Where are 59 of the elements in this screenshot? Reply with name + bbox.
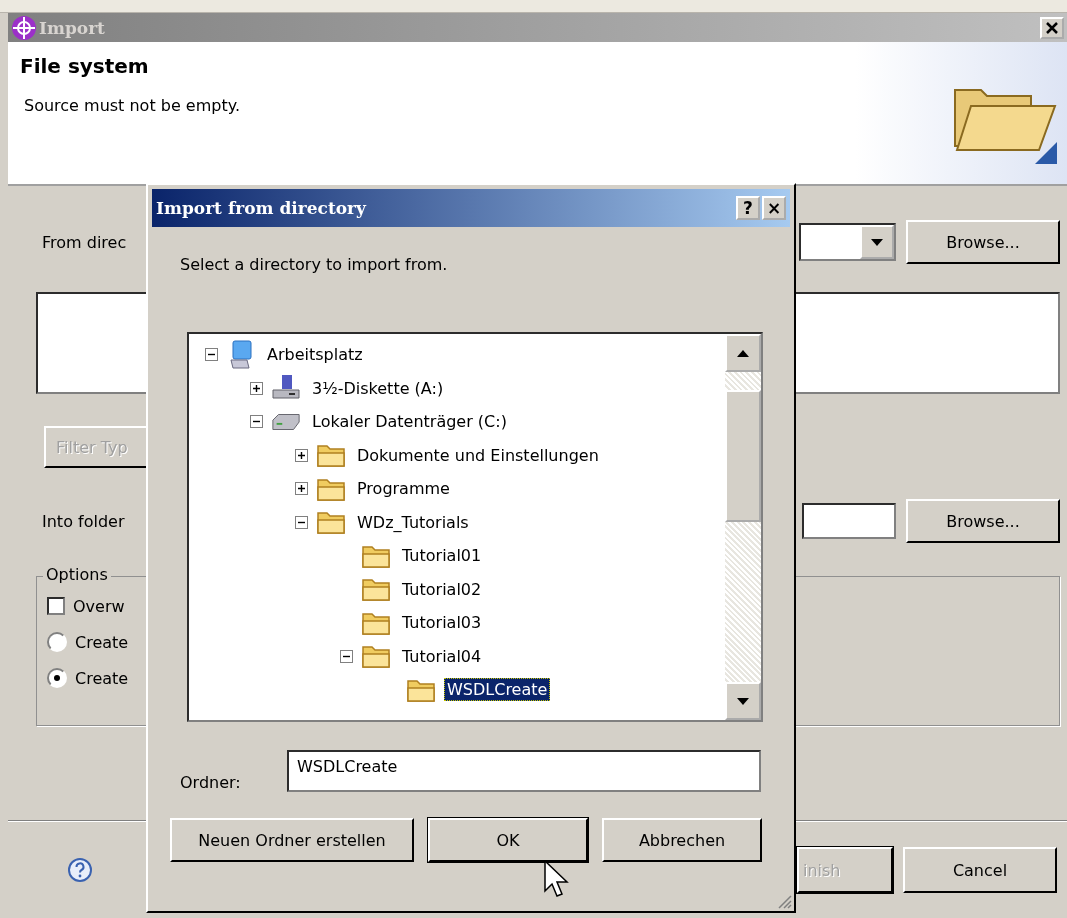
tree-item[interactable]: Tutorial03	[399, 611, 485, 635]
arrow-down-icon	[737, 697, 749, 705]
radio-button[interactable]	[47, 632, 67, 652]
arrow-up-icon	[737, 349, 749, 357]
scrollbar[interactable]	[725, 334, 761, 720]
folder-icon	[316, 442, 346, 469]
mouse-pointer-icon	[544, 860, 570, 898]
tree-item[interactable]: Tutorial02	[399, 577, 485, 601]
page-title: File system	[20, 54, 150, 78]
expand-icon[interactable]	[250, 381, 263, 395]
help-button[interactable]: ?	[736, 196, 760, 220]
collapse-icon[interactable]	[295, 515, 308, 529]
dialog-button[interactable]: Neuen Ordner erstellen	[170, 818, 414, 862]
radio-button[interactable]	[47, 668, 67, 688]
option-label: Overw	[73, 596, 125, 616]
options-group-title: Options	[43, 565, 111, 584]
dropdown-arrow-icon	[871, 238, 883, 246]
hard-drive-icon	[271, 411, 301, 432]
browse-button[interactable]: Browse...	[906, 220, 1060, 264]
dialog-prompt: Select a directory to import from.	[180, 255, 449, 274]
window-title: Import	[39, 17, 106, 38]
expand-icon[interactable]	[295, 482, 308, 496]
tree-item[interactable]: Dokumente und Einstellungen	[354, 443, 602, 467]
from-directory-label: From direc	[42, 232, 127, 252]
tree-item[interactable]: Programme	[354, 477, 453, 501]
dialog-title: Import from directory	[156, 198, 368, 218]
directory-combo[interactable]	[799, 223, 896, 261]
folder-icon	[361, 576, 391, 603]
tree-item[interactable]: WDz_Tutorials	[354, 510, 472, 534]
cancel-button[interactable]: Cancel	[903, 847, 1057, 893]
tree-item[interactable]: 3½-Diskette (A:)	[309, 376, 447, 400]
close-icon	[1045, 20, 1059, 35]
tree-item[interactable]: Lokaler Datenträger (C:)	[309, 410, 510, 434]
folder-name-label: Ordner:	[180, 772, 242, 792]
dialog-button[interactable]: OK	[428, 818, 588, 862]
tree-item[interactable]: Arbeitsplatz	[264, 343, 366, 367]
collapse-icon[interactable]	[205, 348, 218, 362]
into-folder-field[interactable]	[802, 503, 896, 539]
option-label: Create	[75, 668, 129, 688]
expand-icon[interactable]	[295, 448, 308, 462]
folder-name-field[interactable]: WSDLCreate	[287, 750, 761, 792]
help-icon[interactable]	[67, 857, 93, 883]
tree-item[interactable]: Tutorial01	[399, 544, 485, 568]
resize-grip-icon[interactable]	[776, 893, 792, 909]
app-logo-icon	[11, 14, 37, 41]
checkbox[interactable]	[47, 597, 65, 615]
close-button[interactable]	[1040, 16, 1064, 39]
into-folder-label: Into folder	[42, 511, 125, 531]
browse-button[interactable]: Browse...	[906, 499, 1060, 543]
tree-item[interactable]: Tutorial04	[399, 644, 485, 668]
collapse-icon[interactable]	[250, 415, 263, 429]
folder-icon	[316, 509, 346, 536]
collapse-icon[interactable]	[340, 649, 353, 663]
tree-item[interactable]: WSDLCreate	[444, 678, 551, 702]
error-message: Source must not be empty.	[23, 96, 241, 115]
dialog-button[interactable]: Abbrechen	[602, 818, 762, 862]
close-button[interactable]: ×	[762, 196, 786, 220]
folder-icon	[361, 643, 391, 670]
option-label: Create	[75, 632, 129, 652]
